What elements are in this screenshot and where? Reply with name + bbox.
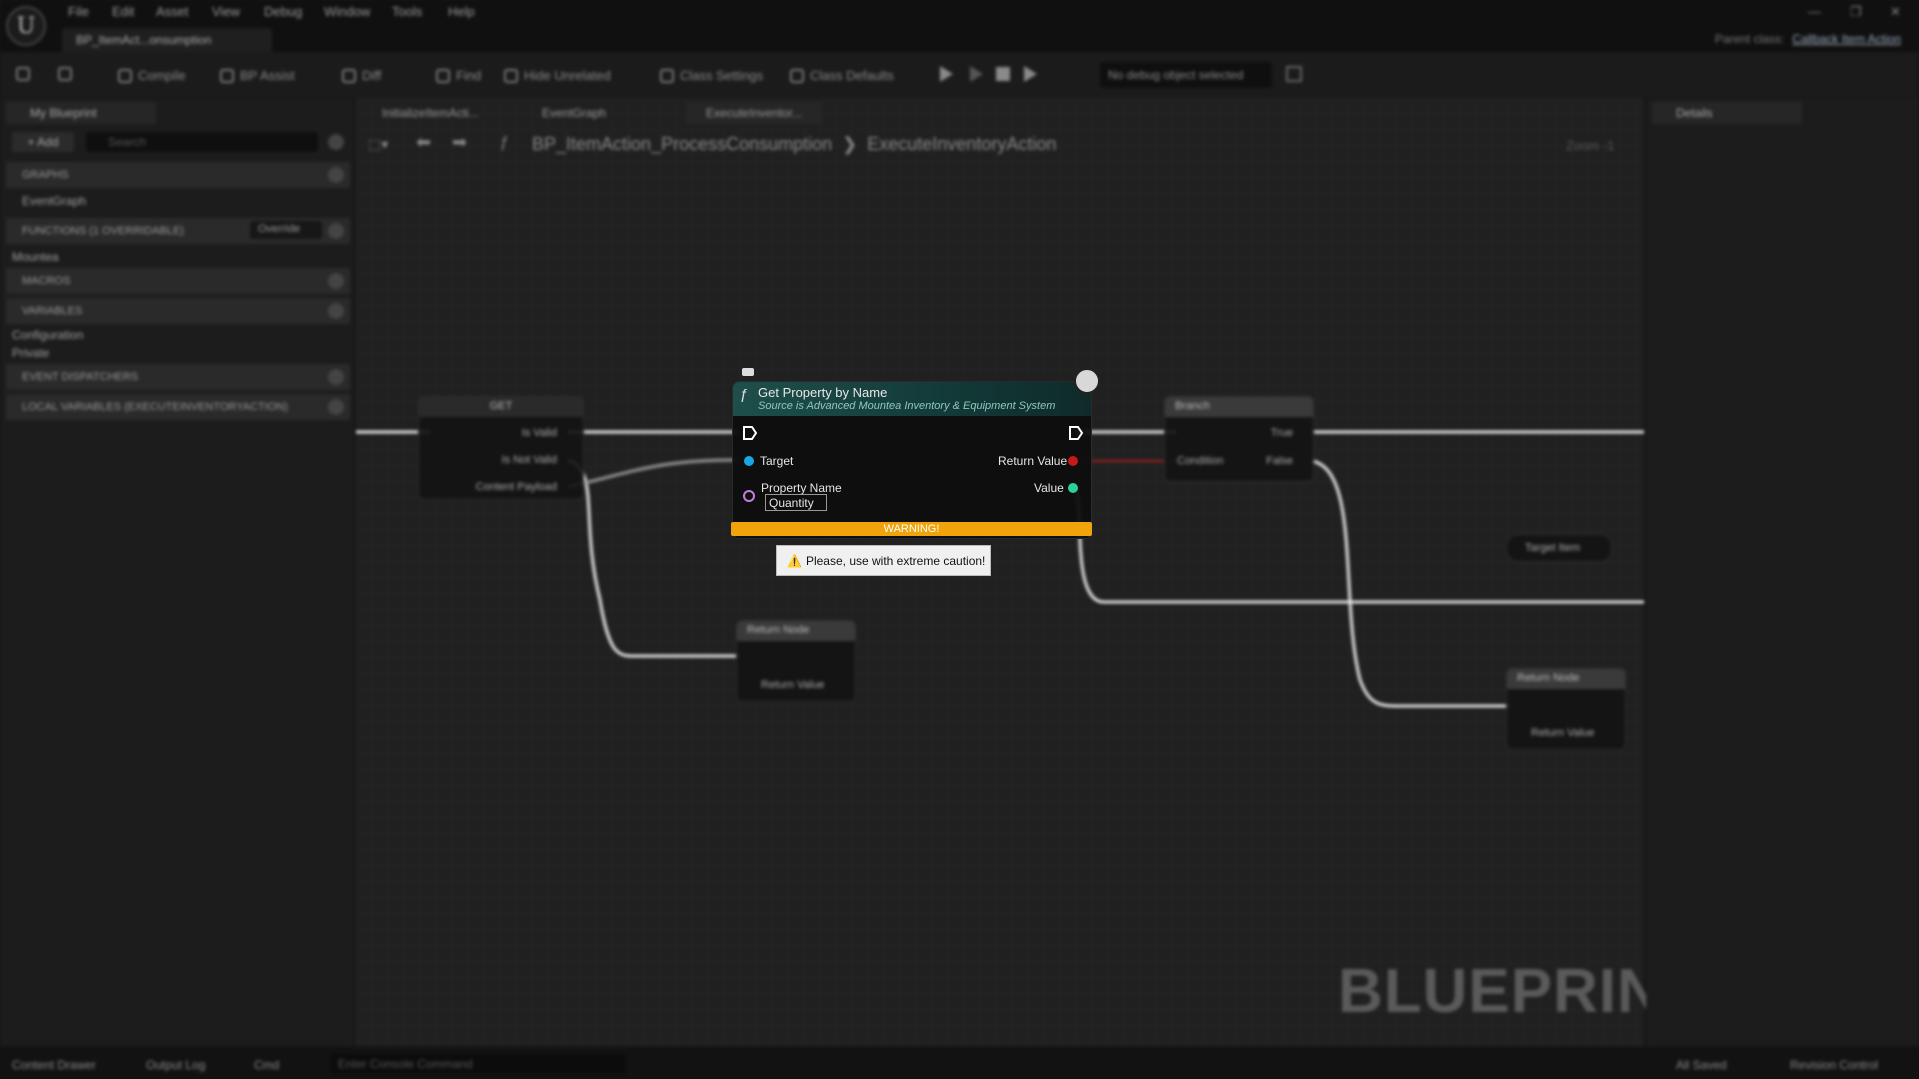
property-name-input[interactable]: Quantity — [765, 494, 827, 511]
node-pins — [743, 426, 1084, 502]
exec-out-pin — [1069, 426, 1084, 440]
warning-tooltip: ⚠️ Please, use with extreme caution! — [776, 545, 991, 576]
warning-icon: ⚠️ — [787, 554, 802, 568]
property-name-pin — [743, 490, 755, 502]
return-value-pin — [1068, 456, 1078, 466]
value-pin-label: Value — [1034, 481, 1064, 495]
target-pin — [744, 456, 754, 466]
exec-in-pin — [743, 426, 758, 440]
warning-tooltip-text: Please, use with extreme caution! — [805, 554, 986, 568]
target-pin-label: Target — [760, 454, 794, 468]
return-value-pin-label: Return Value — [998, 454, 1068, 468]
property-name-pin-label: Property Name — [761, 481, 842, 495]
value-pin — [1068, 483, 1078, 493]
warning-bar: WARNING! — [731, 522, 1092, 536]
